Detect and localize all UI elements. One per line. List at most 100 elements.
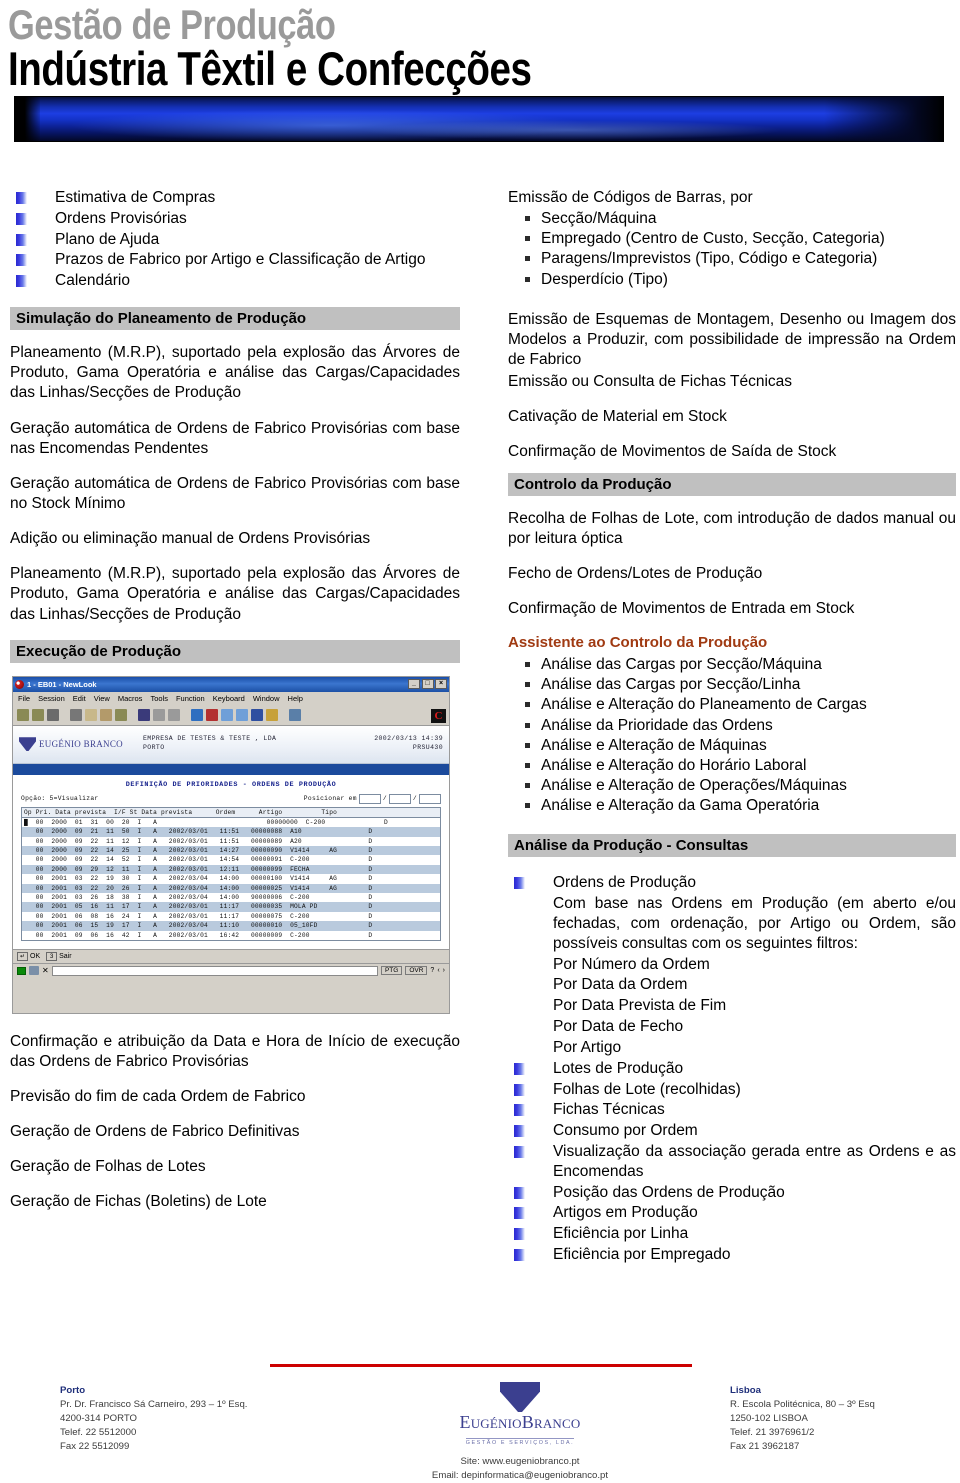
list-item: Consumo por Ordem	[508, 1121, 956, 1141]
eugenio-branco-mark-icon	[19, 737, 36, 752]
ok-button[interactable]: ↵ OK	[17, 951, 40, 961]
table-row[interactable]: █ 00 2000 01 31 00 20 I A 00000000 C-200…	[22, 817, 440, 828]
paragraph: Confirmação e atribuição da Data e Hora …	[10, 1032, 460, 1070]
footer-email[interactable]: Email: depinformatica@eugeniobranco.pt	[385, 1469, 655, 1483]
maximize-icon[interactable]: □	[421, 679, 434, 690]
menu-item-keyboard[interactable]: Keyboard	[213, 694, 245, 703]
display-icon[interactable]	[206, 709, 218, 722]
terminal-app-header: EUGÉNIO BRANCO EMPRESA DE TESTES & TESTE…	[13, 725, 449, 764]
logo-word-ugenio: UGÉNIO	[470, 1416, 522, 1431]
status-ovr: OVR	[405, 966, 428, 976]
footer-line: Telef. 22 5512000	[60, 1426, 137, 1438]
paste-icon[interactable]	[100, 709, 112, 722]
terminal-program-id: PRSU430	[412, 744, 443, 752]
list-item: Lotes de Produção	[508, 1059, 956, 1079]
list-item: Ordens Provisórias	[10, 209, 460, 229]
terminal-status-bar: ✕ PTG OVR ? ‹ ›	[13, 962, 449, 978]
list-item: Folhas de Lote (recolhidas)	[508, 1080, 956, 1100]
book-icon[interactable]	[251, 709, 263, 722]
cut-icon[interactable]	[70, 709, 82, 722]
footer-line: R. Escola Politécnica, 80 – 3º Esq	[730, 1398, 875, 1410]
session-icon[interactable]	[191, 709, 203, 722]
table-row[interactable]: 00 2000 09 29 12 11 I A 2002/03/01 12:11…	[22, 864, 440, 875]
paragraph: Confirmação de Movimentos de Entrada em …	[508, 599, 855, 617]
analysis-bullet-list: Ordens de Produção Com base nas Ordens e…	[508, 873, 956, 1265]
barcode-sub-list: Secção/Máquina Empregado (Centro de Cust…	[508, 209, 956, 290]
menu-item-help[interactable]: Help	[288, 694, 303, 703]
menu-item-file[interactable]: File	[18, 694, 30, 703]
footer-line: 1250-102 LISBOA	[730, 1412, 808, 1424]
footer-divider	[270, 1364, 692, 1367]
minimize-icon[interactable]: _	[408, 679, 420, 690]
table-row[interactable]: 00 2001 05 16 11 17 I A 2002/03/01 11:17…	[22, 902, 440, 912]
terminal-button-row: ↵ OK 3 Sair	[13, 950, 449, 963]
list-item: Análise e Alteração do Horário Laboral	[508, 756, 956, 776]
footer-line: Telef. 21 3976961/2	[730, 1426, 815, 1438]
prev-icon[interactable]: ‹	[437, 967, 439, 974]
menu-item-session[interactable]: Session	[38, 694, 65, 703]
list-item: Análise e Alteração de Máquinas	[508, 736, 956, 756]
table-row[interactable]: 00 2000 09 21 11 50 I A 2002/03/01 11:51…	[22, 827, 440, 837]
paragraph: Planeamento (M.R.P), suportado pela expl…	[10, 565, 460, 623]
table-row[interactable]: 00 2001 06 15 19 17 I A 2002/03/04 11:10…	[22, 921, 440, 931]
connection-status-icon	[17, 966, 26, 975]
table-row[interactable]: 00 2000 09 22 14 25 I A 2002/03/01 14:27…	[22, 845, 440, 856]
edit-icon[interactable]	[115, 709, 127, 722]
terminal-position-label: Posicionar em	[303, 795, 357, 803]
list-item: Desperdício (Tipo)	[508, 270, 956, 290]
copy-icon[interactable]	[85, 709, 97, 722]
tile-icon[interactable]	[236, 709, 248, 722]
table-row[interactable]: 00 2000 09 22 14 52 I A 2002/03/01 14:54…	[22, 855, 440, 864]
eugenio-branco-logo-icon	[500, 1382, 540, 1412]
logo-letter-e: E	[459, 1412, 471, 1432]
window-icon[interactable]	[221, 709, 233, 722]
table-row[interactable]: 00 2001 06 08 16 24 I A 2002/03/01 11:17…	[22, 912, 440, 921]
smiley-icon[interactable]	[266, 709, 278, 722]
exit-button[interactable]: 3 Sair	[46, 951, 72, 961]
screen-icon[interactable]	[138, 709, 150, 722]
close-icon[interactable]: ×	[435, 679, 447, 690]
list-item: Calendário	[10, 271, 460, 291]
menu-item-window[interactable]: Window	[253, 694, 280, 703]
menu-item-macros[interactable]: Macros	[118, 694, 143, 703]
paragraph: Adição ou eliminação manual de Ordens Pr…	[10, 530, 371, 548]
footer-logo-tagline: GESTÃO E SERVIÇOS, LDA.	[465, 1438, 575, 1446]
menu-item-edit[interactable]: Edit	[73, 694, 86, 703]
help-icon[interactable]: ?	[430, 967, 434, 974]
header-title-secondary: Indústria Têxtil e Confecções	[8, 41, 532, 95]
connect-icon[interactable]	[17, 709, 29, 722]
logo-word-ranco: RANCO	[533, 1416, 581, 1431]
footer-logo-name: EUGÉNIOBRANCO	[385, 1413, 655, 1431]
header-title-primary: Gestão de Produção	[8, 1, 336, 48]
terminal-footer: ↵ OK 3 Sair ✕ PTG OVR ? ‹ ›	[13, 948, 449, 978]
record-icon[interactable]	[168, 709, 180, 722]
status-message-field[interactable]	[51, 965, 378, 976]
terminal-data-grid[interactable]: Op Pri. Data prevista I/F St Data previs…	[21, 806, 441, 942]
table-row[interactable]: 00 2001 03 22 19 30 I A 2002/03/04 14:00…	[22, 874, 440, 883]
table-row[interactable]: 00 2001 09 06 16 42 I A 2002/03/01 16:42…	[22, 931, 440, 940]
footer-site[interactable]: Site: www.eugeniobranco.pt	[385, 1455, 655, 1469]
table-row[interactable]: 00 2000 09 22 11 12 I A 2002/03/01 11:51…	[22, 837, 440, 846]
paragraph: Confirmação de Movimentos de Saída de St…	[508, 443, 837, 461]
list-item: Por Data Prevista de Fim	[553, 997, 727, 1015]
print-icon[interactable]	[47, 709, 59, 722]
menu-item-function[interactable]: Function	[176, 694, 205, 703]
position-month-input[interactable]	[388, 793, 411, 804]
blue-banner-graphic	[14, 95, 944, 142]
table-row[interactable]: 00 2001 03 26 18 38 I A 2002/03/04 14:00…	[22, 893, 440, 902]
list-item: Análise das Cargas por Secção/Máquina	[508, 655, 956, 675]
stop-icon[interactable]: C	[431, 708, 446, 723]
menu-item-tools[interactable]: Tools	[150, 694, 168, 703]
connect-all-icon[interactable]	[32, 709, 44, 722]
paragraph: Geração automática de Ordens de Fabrico …	[10, 474, 460, 512]
menu-item-view[interactable]: View	[94, 694, 110, 703]
footer-line: Fax 21 3962187	[730, 1440, 800, 1452]
screenshot-titlebar: 1 - EB01 - NewLook _ □ ×	[13, 676, 449, 692]
position-day-input[interactable]	[358, 793, 381, 804]
next-icon[interactable]: ›	[443, 967, 445, 974]
table-row[interactable]: 00 2001 03 22 20 26 I A 2002/03/04 14:00…	[22, 883, 440, 894]
footer-web-block: Site: www.eugeniobranco.pt Email: depinf…	[385, 1455, 655, 1483]
save-icon[interactable]	[153, 709, 165, 722]
link-icon[interactable]	[289, 709, 301, 722]
position-year-input[interactable]	[419, 793, 441, 804]
